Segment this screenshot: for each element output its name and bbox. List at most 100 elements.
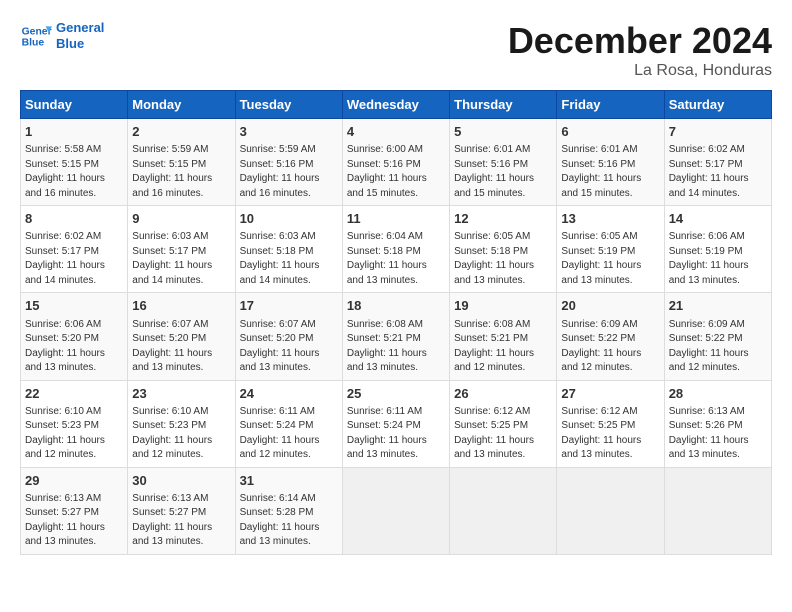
day-number: 1: [25, 123, 123, 141]
day-cell: 11Sunrise: 6:04 AMSunset: 5:18 PMDayligh…: [342, 206, 449, 293]
logo-line1: General: [56, 20, 104, 36]
day-cell: 3 Sunrise: 5:59 AMSunset: 5:16 PMDaylight…: [235, 119, 342, 206]
day-number: 29: [25, 472, 123, 490]
day-cell: 25 Sunrise: 6:11 AMSunset: 5:24 PMDayligh…: [342, 380, 449, 467]
day-cell: 20 Sunrise: 6:09 AMSunset: 5:22 PMDayligh…: [557, 293, 664, 380]
day-number: 18: [347, 297, 445, 315]
col-header-sunday: Sunday: [21, 91, 128, 119]
day-cell: 1 Sunrise: 5:58 AMSunset: 5:15 PMDaylight…: [21, 119, 128, 206]
day-info: Sunrise: 5:59 AMSunset: 5:16 PMDaylight:…: [240, 143, 338, 201]
day-number: 25: [347, 385, 445, 403]
day-info: Sunrise: 6:00 AMSunset: 5:16 PMDaylight:…: [347, 143, 445, 201]
day-info: Sunrise: 6:07 AMSunset: 5:20 PMDaylight:…: [132, 318, 230, 376]
day-info: Sunrise: 5:59 AMSunset: 5:15 PMDaylight:…: [132, 143, 230, 201]
day-info: Sunrise: 6:13 AMSunset: 5:27 PMDaylight:…: [25, 492, 123, 550]
day-number: 28: [669, 385, 767, 403]
day-number: 30: [132, 472, 230, 490]
day-info: Sunrise: 6:14 AMSunset: 5:28 PMDaylight:…: [240, 492, 338, 550]
day-info: Sunrise: 6:05 AMSunset: 5:18 PMDaylight:…: [454, 230, 552, 288]
day-cell: 5Sunrise: 6:01 AMSunset: 5:16 PMDaylight…: [450, 119, 557, 206]
day-cell: 23 Sunrise: 6:10 AMSunset: 5:23 PMDayligh…: [128, 380, 235, 467]
day-number: 3: [240, 123, 338, 141]
day-cell: 8Sunrise: 6:02 AMSunset: 5:17 PMDaylight…: [21, 206, 128, 293]
day-info: Sunrise: 6:03 AMSunset: 5:17 PMDaylight:…: [132, 230, 230, 288]
day-number: 27: [561, 385, 659, 403]
day-cell: 30 Sunrise: 6:13 AMSunset: 5:27 PMDayligh…: [128, 467, 235, 554]
day-info: Sunrise: 6:10 AMSunset: 5:23 PMDaylight:…: [25, 405, 123, 463]
day-info: Sunrise: 5:58 AMSunset: 5:15 PMDaylight:…: [25, 143, 123, 201]
day-cell: [557, 467, 664, 554]
day-info: Sunrise: 6:09 AMSunset: 5:22 PMDaylight:…: [669, 318, 767, 376]
day-info: Sunrise: 6:12 AMSunset: 5:25 PMDaylight:…: [561, 405, 659, 463]
day-info: Sunrise: 6:03 AMSunset: 5:18 PMDaylight:…: [240, 230, 338, 288]
day-cell: 28 Sunrise: 6:13 AMSunset: 5:26 PMDayligh…: [664, 380, 771, 467]
day-cell: 24Sunrise: 6:11 AMSunset: 5:24 PMDayligh…: [235, 380, 342, 467]
col-header-monday: Monday: [128, 91, 235, 119]
day-cell: 2 Sunrise: 5:59 AMSunset: 5:15 PMDaylight…: [128, 119, 235, 206]
day-cell: 21Sunrise: 6:09 AMSunset: 5:22 PMDayligh…: [664, 293, 771, 380]
day-cell: 10Sunrise: 6:03 AMSunset: 5:18 PMDayligh…: [235, 206, 342, 293]
day-cell: 17 Sunrise: 6:07 AMSunset: 5:20 PMDayligh…: [235, 293, 342, 380]
svg-text:Blue: Blue: [22, 38, 45, 49]
col-header-thursday: Thursday: [450, 91, 557, 119]
day-number: 19: [454, 297, 552, 315]
month-title: December 2024: [508, 20, 772, 62]
day-cell: 13 Sunrise: 6:05 AMSunset: 5:19 PMDayligh…: [557, 206, 664, 293]
day-cell: 4 Sunrise: 6:00 AMSunset: 5:16 PMDaylight…: [342, 119, 449, 206]
day-number: 8: [25, 210, 123, 228]
day-number: 22: [25, 385, 123, 403]
day-number: 13: [561, 210, 659, 228]
day-info: Sunrise: 6:02 AMSunset: 5:17 PMDaylight:…: [669, 143, 767, 201]
day-info: Sunrise: 6:13 AMSunset: 5:26 PMDaylight:…: [669, 405, 767, 463]
day-info: Sunrise: 6:01 AMSunset: 5:16 PMDaylight:…: [561, 143, 659, 201]
day-number: 4: [347, 123, 445, 141]
day-info: Sunrise: 6:05 AMSunset: 5:19 PMDaylight:…: [561, 230, 659, 288]
day-cell: 7 Sunrise: 6:02 AMSunset: 5:17 PMDaylight…: [664, 119, 771, 206]
location-title: La Rosa, Honduras: [508, 62, 772, 80]
day-number: 9: [132, 210, 230, 228]
header: General Blue General Blue December 2024 …: [20, 20, 772, 80]
week-row-2: 8Sunrise: 6:02 AMSunset: 5:17 PMDaylight…: [21, 206, 772, 293]
day-number: 31: [240, 472, 338, 490]
day-info: Sunrise: 6:01 AMSunset: 5:16 PMDaylight:…: [454, 143, 552, 201]
day-number: 23: [132, 385, 230, 403]
day-cell: 27 Sunrise: 6:12 AMSunset: 5:25 PMDayligh…: [557, 380, 664, 467]
day-number: 14: [669, 210, 767, 228]
day-cell: 19 Sunrise: 6:08 AMSunset: 5:21 PMDayligh…: [450, 293, 557, 380]
day-info: Sunrise: 6:04 AMSunset: 5:18 PMDaylight:…: [347, 230, 445, 288]
day-number: 17: [240, 297, 338, 315]
day-info: Sunrise: 6:13 AMSunset: 5:27 PMDaylight:…: [132, 492, 230, 550]
day-info: Sunrise: 6:09 AMSunset: 5:22 PMDaylight:…: [561, 318, 659, 376]
day-cell: [450, 467, 557, 554]
day-info: Sunrise: 6:08 AMSunset: 5:21 PMDaylight:…: [454, 318, 552, 376]
logo: General Blue General Blue: [20, 20, 104, 52]
day-info: Sunrise: 6:07 AMSunset: 5:20 PMDaylight:…: [240, 318, 338, 376]
day-number: 20: [561, 297, 659, 315]
calendar-table: SundayMondayTuesdayWednesdayThursdayFrid…: [20, 90, 772, 555]
day-cell: 18 Sunrise: 6:08 AMSunset: 5:21 PMDayligh…: [342, 293, 449, 380]
day-cell: 29 Sunrise: 6:13 AMSunset: 5:27 PMDayligh…: [21, 467, 128, 554]
day-cell: 26Sunrise: 6:12 AMSunset: 5:25 PMDayligh…: [450, 380, 557, 467]
week-row-4: 22 Sunrise: 6:10 AMSunset: 5:23 PMDayligh…: [21, 380, 772, 467]
day-info: Sunrise: 6:11 AMSunset: 5:24 PMDaylight:…: [347, 405, 445, 463]
day-info: Sunrise: 6:08 AMSunset: 5:21 PMDaylight:…: [347, 318, 445, 376]
day-number: 24: [240, 385, 338, 403]
day-number: 7: [669, 123, 767, 141]
day-cell: 31 Sunrise: 6:14 AMSunset: 5:28 PMDayligh…: [235, 467, 342, 554]
day-info: Sunrise: 6:10 AMSunset: 5:23 PMDaylight:…: [132, 405, 230, 463]
day-number: 2: [132, 123, 230, 141]
week-row-1: 1 Sunrise: 5:58 AMSunset: 5:15 PMDaylight…: [21, 119, 772, 206]
day-number: 15: [25, 297, 123, 315]
week-row-5: 29 Sunrise: 6:13 AMSunset: 5:27 PMDayligh…: [21, 467, 772, 554]
calendar-header-row: SundayMondayTuesdayWednesdayThursdayFrid…: [21, 91, 772, 119]
day-number: 6: [561, 123, 659, 141]
day-cell: 9 Sunrise: 6:03 AMSunset: 5:17 PMDaylight…: [128, 206, 235, 293]
col-header-tuesday: Tuesday: [235, 91, 342, 119]
logo-line2: Blue: [56, 36, 104, 52]
day-info: Sunrise: 6:06 AMSunset: 5:20 PMDaylight:…: [25, 318, 123, 376]
day-cell: 6 Sunrise: 6:01 AMSunset: 5:16 PMDaylight…: [557, 119, 664, 206]
day-number: 12: [454, 210, 552, 228]
day-info: Sunrise: 6:06 AMSunset: 5:19 PMDaylight:…: [669, 230, 767, 288]
week-row-3: 15 Sunrise: 6:06 AMSunset: 5:20 PMDayligh…: [21, 293, 772, 380]
day-cell: [342, 467, 449, 554]
